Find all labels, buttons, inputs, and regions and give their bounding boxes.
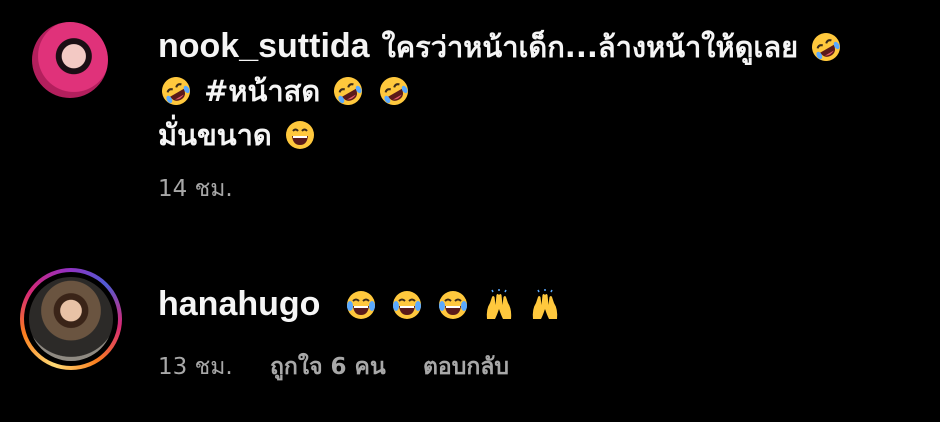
username-link[interactable]: hanahugo [158,285,320,323]
rofl-emoji-icon [378,75,410,107]
reply-button[interactable]: ตอบกลับ [423,354,509,380]
comments-panel: nook_suttida ใครว่าหน้าเด็ก...ล้างหน้าให้… [0,0,940,422]
tears-of-joy-emoji-icon [391,289,423,321]
comment-line-3: มั่นขนาด [158,113,920,157]
comment-time[interactable]: 14 ชม. [158,176,233,202]
username-link[interactable]: nook_suttida [158,27,370,65]
tears-of-joy-emoji-icon [345,289,377,321]
comment-body: nook_suttida ใครว่าหน้าเด็ก...ล้างหน้าให้… [158,24,920,207]
raised-hands-emoji-icon [483,289,515,321]
comment-meta: 13 ชม. ถูกใจ 6 คน ตอบกลับ [158,349,920,385]
rofl-emoji-icon [160,75,192,107]
likes-count-button[interactable]: ถูกใจ 6 คน [270,354,386,380]
comment-message: มั่นขนาด [158,118,272,152]
avatar[interactable] [29,277,113,361]
comment-message: ใครว่าหน้าเด็ก...ล้างหน้าให้ดูเลย [381,30,799,64]
comment-text: hanahugo [158,282,920,327]
raised-hands-emoji-icon [529,289,561,321]
hashtag-link[interactable]: #หน้าสด [204,74,320,108]
comment-body: hanahugo 13 ชม. ถูกใจ 6 คน ตอบกลับ [158,282,920,385]
avatar[interactable] [32,22,108,98]
comment-text: nook_suttida ใครว่าหน้าเด็ก...ล้างหน้าให้… [158,24,920,157]
rofl-emoji-icon [332,75,364,107]
grin-emoji-icon [284,119,316,151]
comment-time[interactable]: 13 ชม. [158,354,233,380]
rofl-emoji-icon [810,31,842,63]
comment-meta: 14 ชม. [158,171,920,207]
tears-of-joy-emoji-icon [437,289,469,321]
comment-line-2: #หน้าสด [158,69,920,113]
